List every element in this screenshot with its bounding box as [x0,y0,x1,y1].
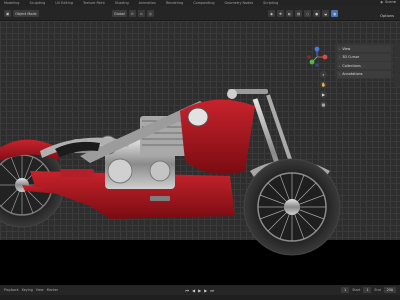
panel-annotations[interactable]: › Annotations [337,70,391,78]
workspace-tab-rendering[interactable]: Rendering [166,1,183,5]
front-wheel [243,158,341,256]
viewport-editor-icon: ▣ [6,11,10,16]
wireframe-shading-icon: ○ [306,11,310,16]
shading-rendered-button[interactable]: ◍ [331,10,339,17]
overlay-toggle-button[interactable]: ◐ [286,10,293,17]
rendered-shading-icon: ◍ [333,11,337,16]
zoom-icon: ⌕ [322,72,325,77]
play-icon[interactable]: ▶ [198,288,201,293]
sidebar-tabs [394,43,400,103]
start-frame-field[interactable]: 1 [363,287,372,293]
scene-selector[interactable]: ◈ Scene [380,0,396,4]
panel-collections-label: Collections [342,63,361,68]
sidebar-n-panel: › View › 3D Cursor › Collections › Annot… [335,43,393,79]
workspace-tab-geometry-nodes[interactable]: Geometry Nodes [225,1,254,5]
start-frame-value: 1 [366,288,369,292]
hand-icon: ✋ [321,82,326,87]
workspace-tab-compositing[interactable]: Compositing [193,1,214,5]
jump-end-icon[interactable]: ⏭ [210,288,214,293]
workspace-tab-sculpting[interactable]: Sculpting [29,1,45,5]
collapse-arrow-icon: › [339,63,341,68]
pivot-point-button[interactable]: ⊙ [128,10,136,17]
editor-type-button[interactable]: ▣ [4,10,12,17]
snap-button[interactable]: ∩ [137,10,145,17]
options-dropdown[interactable]: Options [380,14,394,18]
scene-icon: ◈ [380,0,384,4]
grid-icon: ▦ [321,102,326,107]
timeline-marker-menu[interactable]: Marker [47,288,58,292]
workspace-tab-animation[interactable]: Animation [139,1,156,5]
pivot-icon: ⊙ [130,11,134,16]
perspective-toggle-button[interactable]: ▦ [320,101,327,108]
panel-3d-cursor[interactable]: › 3D Cursor [337,53,391,61]
step-back-icon[interactable]: ◀ [192,288,195,293]
status-bar [0,295,400,300]
transform-orientation-dropdown[interactable]: Global [112,10,127,17]
object-mode-dropdown[interactable]: Object Mode [13,10,39,17]
workspace-tab-scripting[interactable]: Scripting [263,1,278,5]
end-frame-value: 250 [386,288,394,292]
shading-solid-button[interactable]: ● [313,10,321,17]
panel-collections[interactable]: › Collections [337,62,391,69]
material-shading-icon: ◒ [324,11,328,16]
overlay-icon: ◐ [288,11,291,16]
collapse-arrow-icon: › [339,46,341,51]
transform-orientation-label: Global [114,11,125,16]
pan-button[interactable]: ✋ [320,81,327,88]
collapse-arrow-icon: › [339,72,341,76]
current-frame-field[interactable]: 1 [341,287,350,293]
timeline-bar: Playback Keying View Marker ⏮ ◀ ▶ ▶ ⏭ 1 … [0,285,400,295]
solid-shading-icon: ● [315,11,319,16]
panel-view[interactable]: › View [337,45,391,52]
end-frame-field[interactable]: 250 [383,287,397,293]
end-frame-label: End [374,288,381,292]
step-forward-icon[interactable]: ▶ [204,288,207,293]
xray-toggle-button[interactable]: ▤ [295,10,303,17]
sidebar-tab-tool[interactable] [394,58,400,72]
eye-icon: ◉ [270,11,273,16]
timeline-playback-menu[interactable]: Playback [4,288,19,292]
jump-start-icon[interactable]: ⏮ [185,288,189,293]
collapse-arrow-icon: › [339,55,341,59]
sidebar-tab-view[interactable] [394,73,400,87]
workspace-tab-modeling[interactable]: Modeling [4,1,19,5]
workspace-tab-shading[interactable]: Shading [115,1,129,5]
sidebar-tab-item[interactable] [394,43,400,57]
start-frame-label: Start [352,288,361,292]
timeline-view-menu[interactable]: View [36,288,44,292]
shading-material-button[interactable]: ◒ [322,10,330,17]
workspace-tab-texture-paint[interactable]: Texture Paint [83,1,105,5]
current-frame-value: 1 [344,288,347,292]
magnet-icon: ∩ [140,11,143,16]
camera-view-button[interactable]: ▶ [320,91,327,98]
workspace-tab-uv-editing[interactable]: UV Editing [55,1,73,5]
camera-icon: ▶ [321,92,326,97]
proportional-edit-icon: ◎ [148,11,152,16]
object-mode-label: Object Mode [15,11,37,16]
proportional-edit-button[interactable]: ◎ [146,10,154,17]
zoom-button[interactable]: ⌕ [320,71,327,78]
panel-view-label: View [342,46,351,51]
gizmo-icon: ✥ [279,11,282,16]
panel-annotations-label: Annotations [342,72,363,76]
visibility-button[interactable]: ◉ [268,10,275,17]
navigation-tools: ⌕ ✋ ▶ ▦ [320,71,327,108]
timeline-keying-menu[interactable]: Keying [22,288,33,292]
gizmo-toggle-button[interactable]: ✥ [277,10,284,17]
xray-icon: ▤ [297,11,301,16]
scene-label: Scene [385,0,396,4]
viewport-header: ▣ Object Mode Global ⊙ ∩ ◎ ◉ ✥ ◐ ▤ ○ ● ◒… [0,6,400,21]
navigation-gizmo[interactable] [305,45,329,69]
3d-viewport[interactable]: ⌕ ✋ ▶ ▦ › View › 3D Cursor › Collections… [0,21,400,285]
shading-wireframe-button[interactable]: ○ [304,10,312,17]
panel-3d-cursor-label: 3D Cursor [342,55,360,59]
